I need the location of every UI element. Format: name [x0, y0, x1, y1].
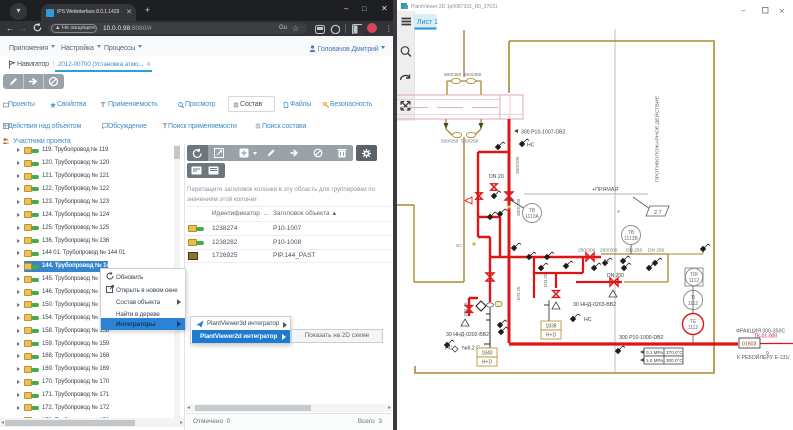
svg-text:370.0°С: 370.0°С	[666, 350, 683, 355]
svg-text:500/250: 500/250	[441, 139, 459, 145]
svg-text:1113В: 1113В	[624, 236, 638, 242]
svg-text:1112: 1112	[688, 325, 699, 331]
svg-text:TIR: TIR	[690, 272, 698, 278]
svg-text:1840: 1840	[481, 351, 492, 357]
svg-text:01603: 01603	[742, 342, 757, 348]
svg-text:300.0°С: 300.0°С	[666, 358, 683, 363]
svg-text:1112: 1112	[689, 278, 700, 284]
svg-text:300 Р10-1000-DВ2: 300 Р10-1000-DВ2	[619, 335, 664, 341]
svg-text:30 ННД-0202-ВВ2: 30 ННД-0202-ВВ2	[446, 332, 489, 338]
svg-text:1838: 1838	[545, 324, 556, 330]
svg-text:250/200: 250/200	[578, 248, 596, 254]
svg-text:Н+D: Н+D	[546, 333, 557, 339]
svg-text:+ПРЯМАЯ: +ПРЯМАЯ	[592, 187, 618, 193]
svg-text:9: 9	[766, 351, 769, 357]
svg-text:DN 25: DN 25	[543, 273, 549, 287]
svg-text:ТВ: ТВ	[529, 208, 536, 214]
svg-text:НС: НС	[445, 346, 453, 352]
svg-text:НС: НС	[527, 143, 535, 149]
svg-text:1113А: 1113А	[525, 214, 539, 220]
svg-text:+: +	[617, 210, 621, 216]
svg-text:DN 25: DN 25	[463, 302, 469, 316]
svg-text:ТВ: ТВ	[628, 230, 635, 236]
svg-text:✕: ✕	[779, 9, 785, 16]
svg-text:К РЕБОЙЛЕРУ Е-131/: К РЕБОЙЛЕРУ Е-131/	[737, 353, 790, 361]
svg-text:500/350: 500/350	[444, 72, 462, 78]
svg-text:300 Р10-1007-DВ2: 300 Р10-1007-DВ2	[521, 130, 566, 136]
svg-text:TE: TE	[690, 319, 697, 325]
svg-text:500/350: 500/350	[464, 72, 482, 78]
svg-text:30 ННД-0203-ВВ2: 30 ННД-0203-ВВ2	[573, 302, 616, 308]
svg-text:DN 250: DN 250	[648, 248, 665, 254]
svg-text:DN 250: DN 250	[626, 248, 643, 254]
svg-text:0.1 МРа: 0.1 МРа	[646, 350, 663, 355]
svg-text:ФС: ФС	[456, 243, 463, 248]
svg-text:DN 20: DN 20	[489, 174, 504, 180]
svg-text:ТС: ТС	[604, 258, 611, 263]
svg-text:DN 200: DN 200	[607, 273, 624, 279]
svg-text:300/200: 300/200	[516, 198, 522, 216]
svg-text:PlantViewer 2D 1p0087331_R0_27: PlantViewer 2D 1p0087331_R0_27031	[411, 4, 498, 10]
svg-text:–: –	[741, 6, 746, 15]
svg-text:300/200: 300/200	[515, 156, 521, 174]
svg-text:Н+D: Н+D	[482, 360, 493, 366]
svg-text:1.0 МРа: 1.0 МРа	[646, 358, 663, 363]
svg-text:Лист 1: Лист 1	[417, 19, 438, 26]
svg-text:2.7: 2.7	[654, 210, 662, 216]
svg-text:НС: НС	[584, 317, 592, 323]
svg-text:DN 25: DN 25	[516, 286, 522, 300]
svg-text:250/200: 250/200	[600, 248, 618, 254]
